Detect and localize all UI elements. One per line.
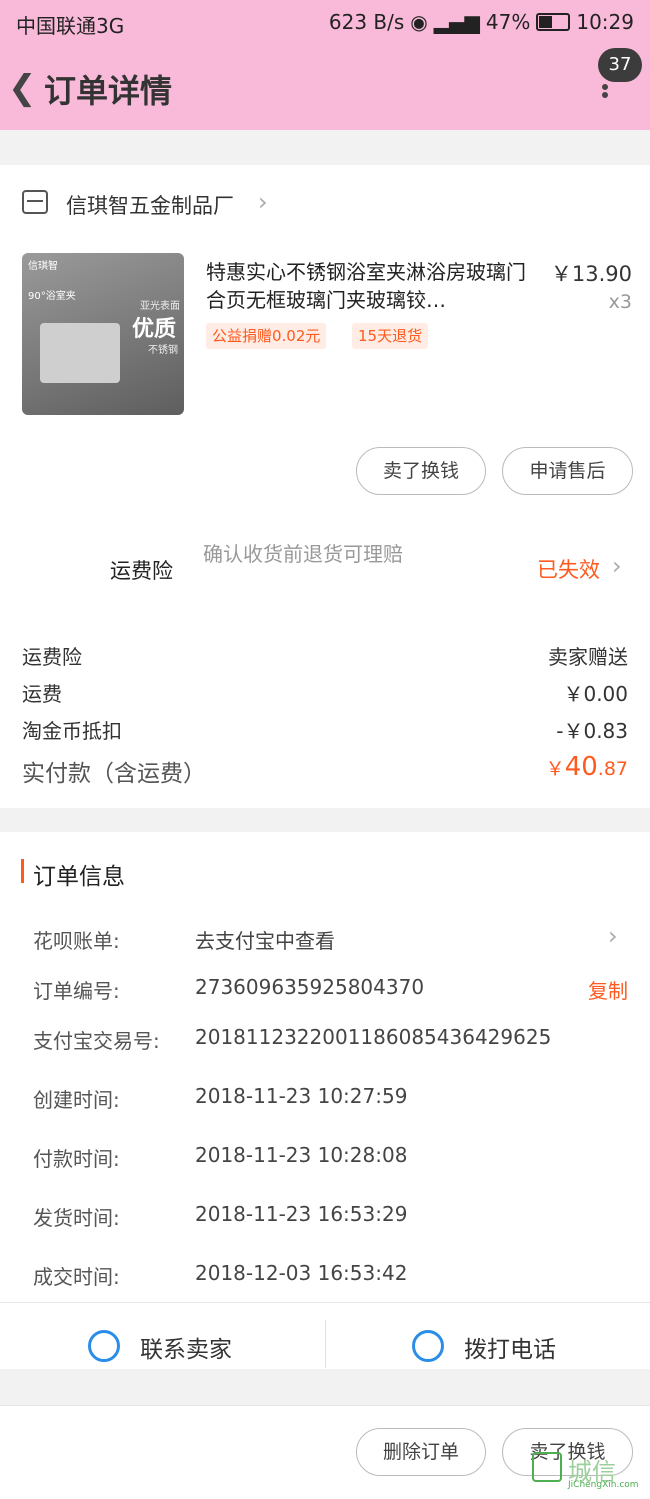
product-price: ￥13.90 [550, 262, 632, 286]
cost-value: 卖家赠送 [548, 645, 628, 669]
call-phone-button[interactable]: 拨打电话 [464, 1330, 556, 1364]
charity-tag: 公益捐赠0.02元 [206, 323, 327, 349]
battery-icon [536, 13, 571, 31]
shop-icon [22, 190, 48, 214]
info-label: 支付宝交易号: [33, 1029, 160, 1053]
contact-seller-button[interactable]: 联系卖家 [140, 1330, 232, 1364]
chevron-right-icon[interactable]: › [258, 188, 268, 216]
completed-time: 2018-12-03 16:53:42 [195, 1261, 408, 1285]
status-right: 623 B/s ◉ ▂▄▆ 47% 10:29 [329, 10, 634, 34]
signal-icon: ▂▄▆ [433, 10, 480, 34]
hinge-shape [40, 323, 120, 383]
product-title[interactable]: 特惠实心不锈钢浴室夹淋浴房玻璃门合页无框玻璃门夹玻璃铰… [206, 258, 536, 314]
copy-button[interactable]: 复制 [588, 975, 628, 1004]
divider [325, 1320, 326, 1368]
watermark-sub: JiChengXin.com [568, 1480, 639, 1490]
watermark-logo: 城信 JiChengXin.com [532, 1452, 642, 1490]
cost-value: -￥0.83 [556, 719, 628, 743]
insurance-label: 运费险 [110, 559, 173, 583]
alipay-trade-number: 2018112322001186085436429625 [195, 1025, 552, 1049]
status-bar: 中国联通3G 623 B/s ◉ ▂▄▆ 47% 10:29 [0, 0, 650, 44]
paid-time: 2018-11-23 10:28:08 [195, 1143, 408, 1167]
after-sale-button[interactable]: 申请售后 [502, 447, 633, 495]
info-label: 订单编号: [33, 979, 120, 1003]
product-quantity: x3 [608, 291, 632, 313]
cost-value: ￥0.00 [563, 682, 628, 706]
section-accent [21, 859, 24, 883]
payment-label: 实付款（含运费） [22, 761, 206, 787]
network-speed: 623 B/s [328, 10, 405, 34]
order-info-card [0, 832, 650, 1302]
info-label: 付款时间: [33, 1147, 120, 1171]
clock: 10:29 [576, 10, 634, 34]
insurance-desc: 确认收货前退货可理赔 [203, 542, 403, 566]
payment-amount: ￥40.87 [546, 752, 628, 782]
info-label: 创建时间: [33, 1088, 120, 1112]
phone-icon[interactable] [412, 1330, 444, 1362]
shipped-time: 2018-11-23 16:53:29 [195, 1202, 408, 1226]
cost-label: 淘金币抵扣 [22, 719, 122, 743]
sell-button[interactable]: 卖了换钱 [356, 447, 486, 495]
payment-integer: 40 [564, 752, 598, 782]
order-number: 273609635925804370 [195, 975, 425, 999]
cost-label: 运费险 [22, 645, 82, 669]
cost-label: 运费 [22, 682, 62, 706]
return-tag: 15天退货 [352, 323, 429, 349]
section-title: 订单信息 [33, 864, 125, 890]
product-image[interactable]: 信琪智 90°浴室夹 亚光表面 优质 不锈钢 [22, 253, 184, 415]
page-title: 订单详情 [44, 72, 173, 110]
image-line3: 不锈钢 [148, 345, 178, 356]
info-label: 花呗账单: [33, 929, 120, 953]
image-line1: 亚光表面 [140, 301, 180, 312]
created-time: 2018-11-23 10:27:59 [195, 1084, 408, 1108]
carrier-label: 中国联通3G [16, 14, 125, 38]
shop-name[interactable]: 信琪智五金制品厂 [66, 190, 234, 220]
image-angle: 90°浴室夹 [28, 291, 76, 302]
payment-decimal: .87 [597, 758, 628, 780]
image-line2: 优质 [132, 317, 177, 342]
info-label: 发货时间: [33, 1206, 120, 1230]
delete-order-button[interactable]: 删除订单 [356, 1428, 486, 1476]
eye-icon: ◉ [410, 10, 428, 34]
info-label: 成交时间: [33, 1265, 120, 1289]
more-menu-icon[interactable] [602, 82, 610, 100]
chevron-right-icon[interactable]: › [608, 922, 618, 950]
chevron-right-icon[interactable]: › [612, 552, 622, 580]
watermark-icon [532, 1452, 562, 1482]
message-badge: 37 [598, 48, 642, 82]
insurance-status[interactable]: 已失效 [537, 554, 600, 584]
back-arrow-icon[interactable]: ❮ [8, 68, 37, 108]
chat-icon[interactable] [88, 1330, 120, 1362]
image-brand: 信琪智 [28, 261, 58, 272]
huabei-link[interactable]: 去支付宝中查看 [195, 925, 335, 954]
battery-percent: 47% [485, 10, 531, 34]
payment-currency: ￥ [545, 758, 565, 780]
